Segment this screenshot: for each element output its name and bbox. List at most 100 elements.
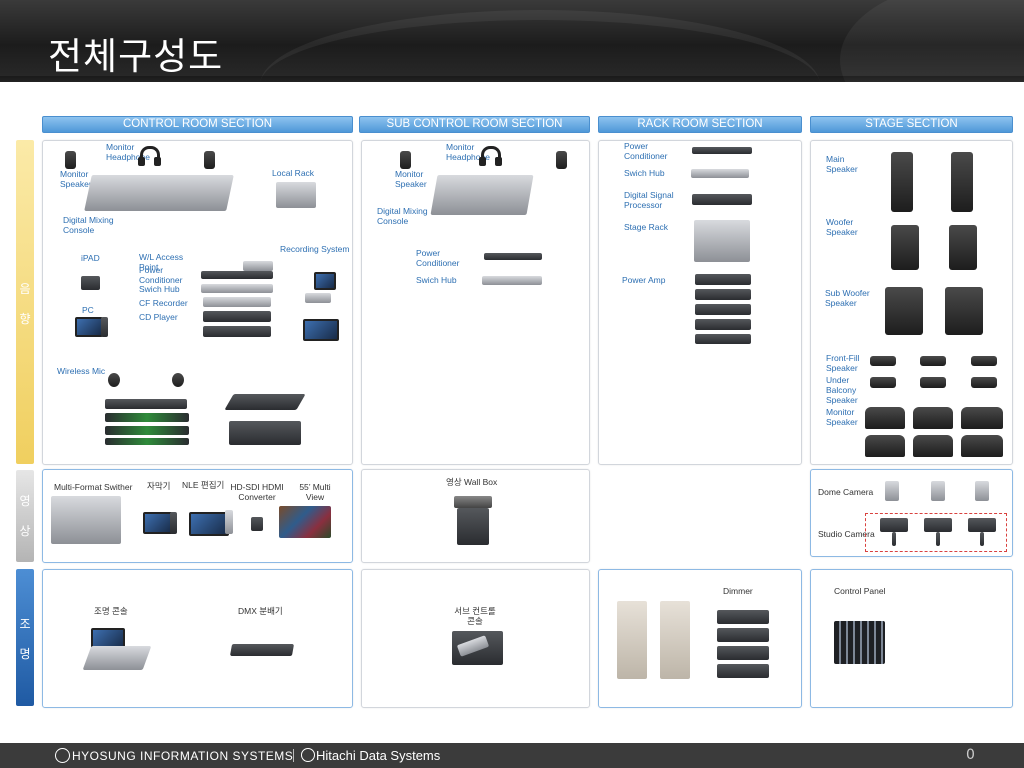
dimmer-pack-image xyxy=(717,628,769,642)
sub-control-room-video-panel: 영상 Wall Box xyxy=(361,469,590,563)
swich-hub-label: Swich Hub xyxy=(624,168,665,178)
pc-image xyxy=(101,317,108,337)
lighting-console-image xyxy=(82,646,152,670)
audio-row-label: 향 xyxy=(19,312,31,326)
power-amp-image xyxy=(695,289,751,300)
cf-recorder-label: CF Recorder xyxy=(139,298,188,308)
monitor-speaker-image xyxy=(204,151,215,169)
sub-woofer-speaker-label: Sub Woofer Speaker xyxy=(825,288,870,308)
sub-control-room-section-header: SUB CONTROL ROOM SECTION xyxy=(359,116,590,133)
digital-mixing-console-image xyxy=(84,175,234,211)
monitor-speaker-image xyxy=(400,151,411,169)
audio-row-tab: 음 향 xyxy=(16,140,34,464)
monitor-speaker-image xyxy=(65,151,76,169)
power-conditioner-image xyxy=(692,147,752,154)
power-conditioner-image xyxy=(484,253,542,260)
recording-system-image xyxy=(314,272,336,290)
floor-monitor-image xyxy=(961,435,1003,457)
cd-player-label: CD Player xyxy=(139,312,178,322)
wall-box-image xyxy=(454,496,492,508)
wireless-receiver-image xyxy=(105,399,187,409)
headset-mic-image xyxy=(108,373,120,387)
lighting-console-label: 조명 콘솔 xyxy=(94,606,128,616)
title-bar: 전체구성도 xyxy=(0,0,1024,82)
multi-format-switcher-image xyxy=(51,496,121,544)
recording-system-label: Recording System xyxy=(280,244,350,254)
video-row-label: 상 xyxy=(19,524,31,538)
nle-editor-image xyxy=(189,512,229,536)
hyosung-brand: HYOSUNG INFORMATION SYSTEMS xyxy=(72,749,294,763)
dimmer-cabinet-image xyxy=(660,601,690,679)
sub-control-console-label: 서브 컨트롤 콘솔 xyxy=(454,606,496,626)
dimmer-pack-image xyxy=(717,646,769,660)
woofer-speaker-label: Woofer Speaker xyxy=(826,217,858,237)
handheld-mics-image xyxy=(224,394,306,410)
power-conditioner-label: Power Conditioner xyxy=(624,141,668,161)
sub-woofer-speaker-image xyxy=(885,287,923,335)
recording-system-image xyxy=(305,293,331,303)
monitor-speaker-image xyxy=(556,151,567,169)
swich-hub-label: Swich Hub xyxy=(139,284,180,294)
power-amp-image xyxy=(695,319,751,330)
page-title: 전체구성도 xyxy=(48,35,224,78)
digital-signal-processor-label: Digital Signal Processor xyxy=(624,190,674,210)
video-row-label: 영 xyxy=(19,494,31,508)
swich-hub-label: Swich Hub xyxy=(416,275,457,285)
cd-player-image xyxy=(203,311,271,322)
control-panel-label: Control Panel xyxy=(834,586,886,596)
wireless-mic-label: Wireless Mic xyxy=(57,366,106,376)
audio-row-label: 음 xyxy=(19,282,31,296)
dome-camera-image xyxy=(931,481,945,501)
under-balcony-speaker-image xyxy=(870,377,896,388)
ipad-label: iPAD xyxy=(81,253,100,263)
dimmer-cabinet-image xyxy=(617,601,647,679)
control-room-section-header: CONTROL ROOM SECTION xyxy=(42,116,353,133)
main-speaker-array-image xyxy=(951,152,973,212)
power-conditioner-label: Power Conditioner xyxy=(139,265,183,285)
dmx-splitter-image xyxy=(229,644,295,656)
control-room-audio-panel: Monitor Speaker Monitor Headphone Digita… xyxy=(42,140,353,465)
nle-editor-label: NLE 편집기 xyxy=(182,480,225,490)
lighting-row-label: 명 xyxy=(19,647,31,661)
main-speaker-array-image xyxy=(891,152,913,212)
page-number: 0 xyxy=(966,747,975,763)
front-fill-speaker-image xyxy=(971,356,997,366)
hdmi-converter-label: HD-SDI HDMI Converter xyxy=(230,482,284,502)
main-speaker-label: Main Speaker xyxy=(826,154,858,174)
digital-mixing-console-label: Digital Mixing Console xyxy=(63,215,114,235)
power-amp-label: Power Amp xyxy=(622,275,666,285)
floor-monitor-image xyxy=(913,407,953,429)
studio-camera-image xyxy=(936,532,940,546)
footer-divider xyxy=(293,749,294,762)
power-amp-image xyxy=(695,274,751,285)
under-balcony-speaker-image xyxy=(971,377,997,388)
power-conditioner-image xyxy=(201,271,273,279)
dmx-splitter-label: DMX 분배기 xyxy=(238,606,283,616)
bodypack-transmitters-image xyxy=(229,421,301,445)
ipad-image xyxy=(81,276,100,290)
swich-hub-image xyxy=(691,169,749,178)
floor-monitor-image xyxy=(913,435,953,457)
multiview-label: 55’ Multi View xyxy=(299,482,331,502)
swich-hub-image xyxy=(482,276,542,285)
power-conditioner-label: Power Conditioner xyxy=(416,248,460,268)
wireless-receiver-image xyxy=(105,438,189,445)
studio-camera-image xyxy=(880,518,908,532)
title-bar-swoosh xyxy=(260,10,820,82)
rack-room-audio-panel: Power Conditioner Swich Hub Digital Sign… xyxy=(598,140,802,465)
multi-format-switcher-label: Multi-Format Swither xyxy=(54,482,133,492)
title-bar-swoosh xyxy=(840,0,1024,82)
studio-camera-group xyxy=(865,513,1007,552)
wall-box-image xyxy=(457,508,489,545)
under-balcony-speaker-image xyxy=(920,377,946,388)
wireless-receiver-image xyxy=(105,426,189,435)
access-point-image xyxy=(243,261,273,271)
video-row-tab: 영 상 xyxy=(16,470,34,562)
front-fill-speaker-label: Front-Fill Speaker xyxy=(826,353,860,373)
power-amp-image xyxy=(695,334,751,344)
front-fill-speaker-image xyxy=(870,356,896,366)
headphone-icon xyxy=(479,157,486,166)
rack-room-lighting-panel: Dimmer xyxy=(598,569,802,708)
studio-camera-image xyxy=(892,532,896,546)
sub-control-room-lighting-panel: 서브 컨트롤 콘솔 xyxy=(361,569,590,708)
